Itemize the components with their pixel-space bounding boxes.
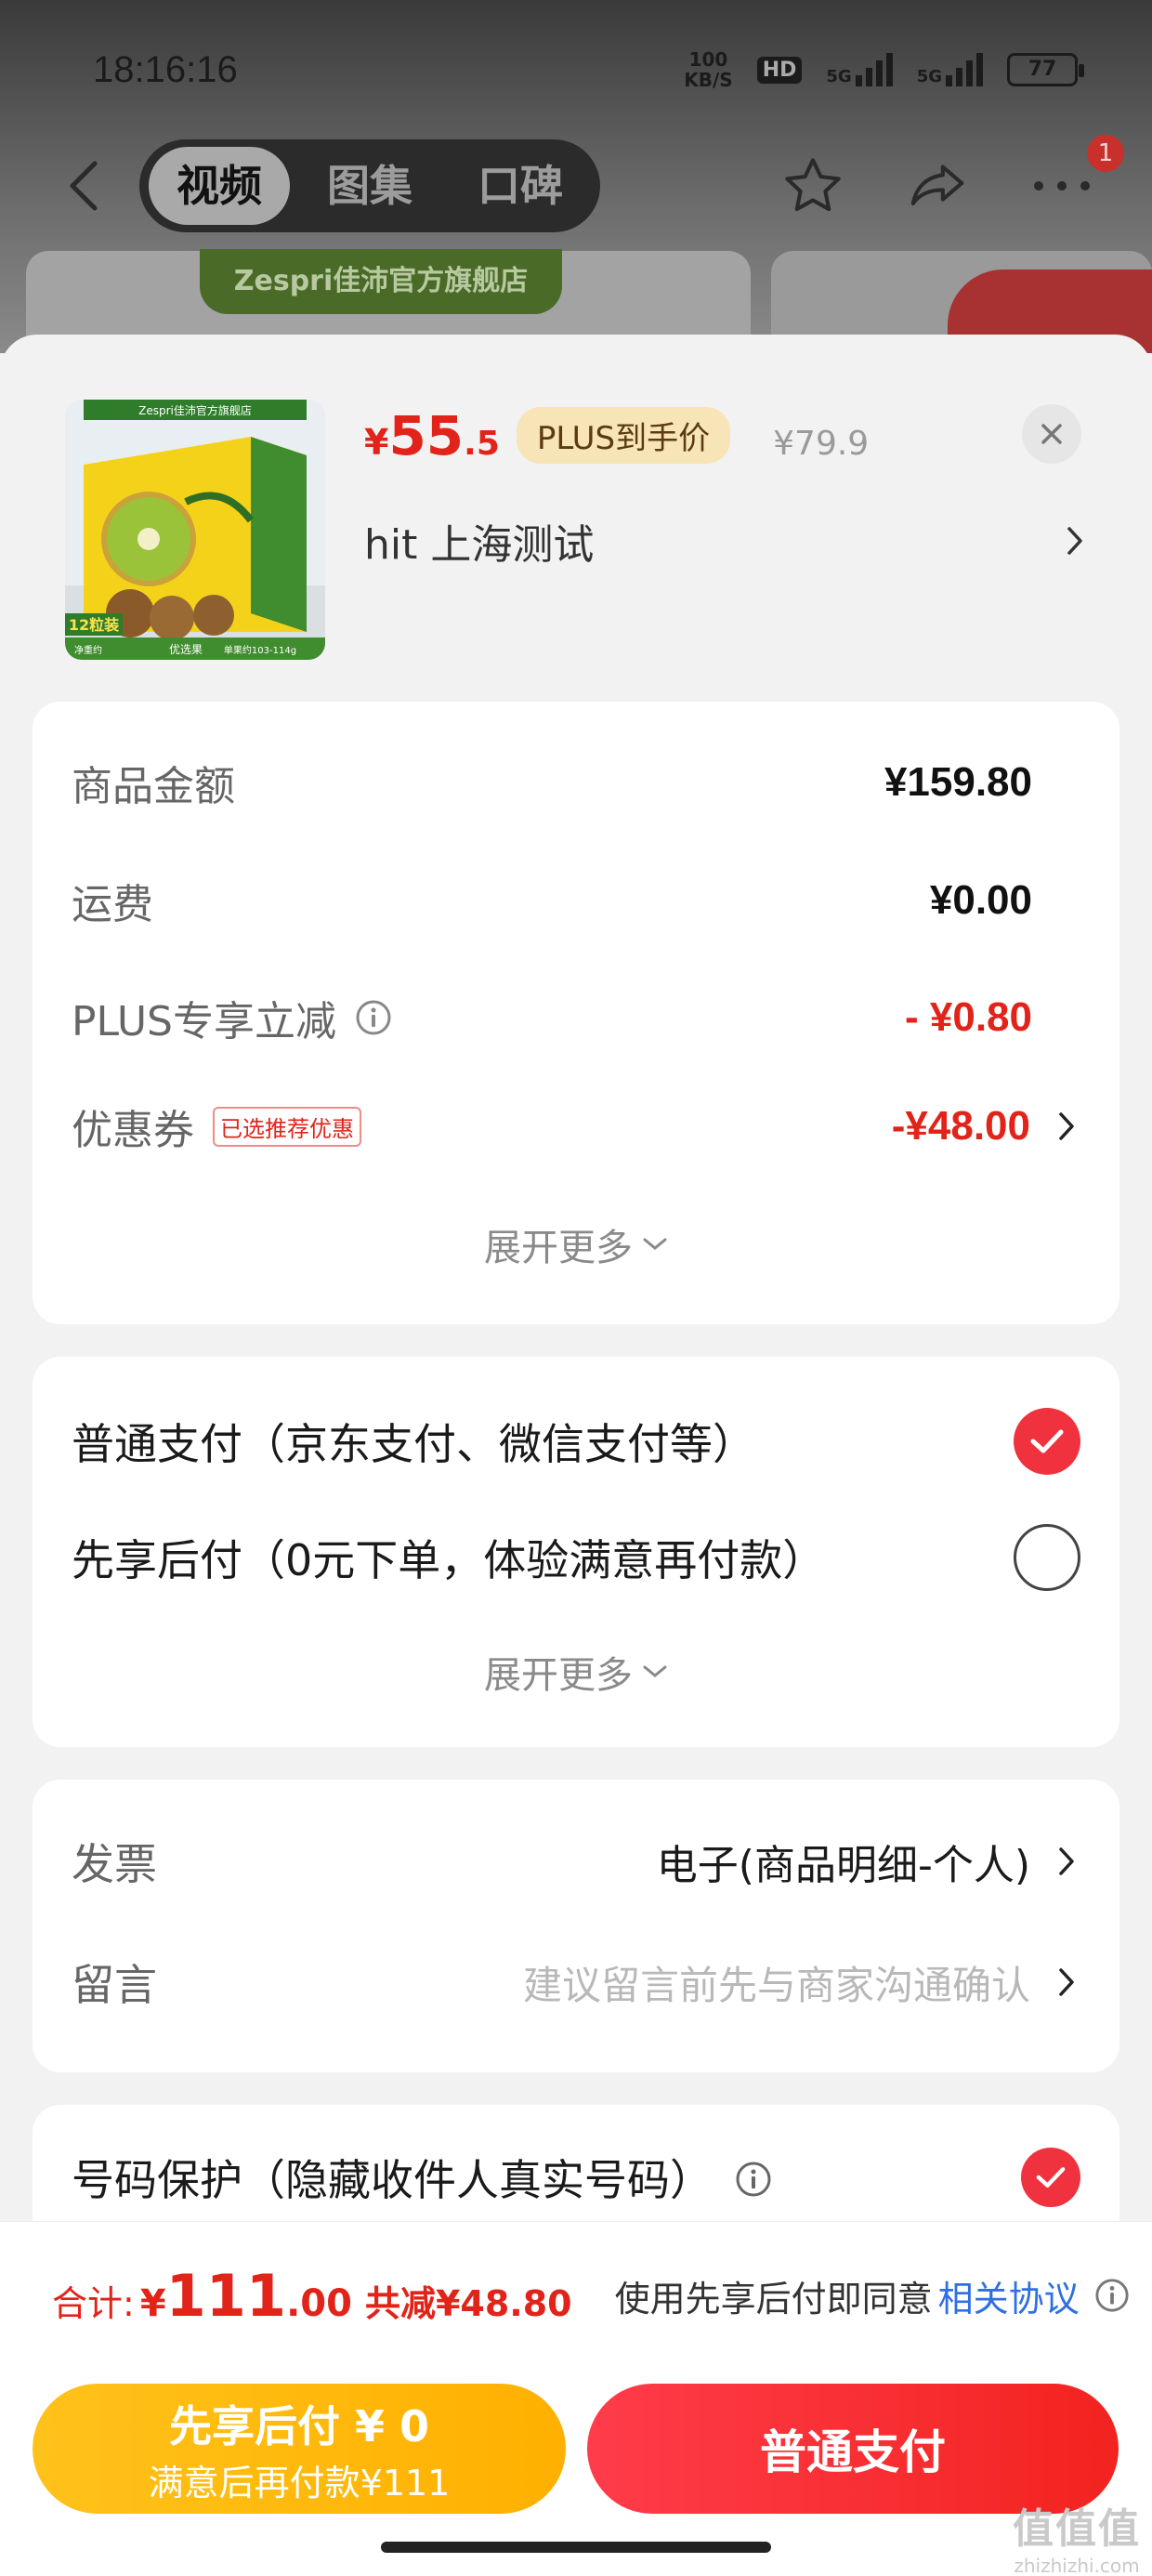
star-icon[interactable] — [779, 151, 847, 220]
original-price: ¥79.9 — [773, 425, 870, 463]
info-icon[interactable] — [1094, 2278, 1132, 2315]
payment-option-normal[interactable]: 普通支付（京东支付、微信支付等） — [72, 1408, 1080, 1475]
price-row: ¥55.5 PLUS到手价 ¥79.9 — [364, 404, 869, 469]
spec-selector[interactable]: hit 上海测试 — [364, 511, 1089, 571]
coupon-tag: 已选推荐优惠 — [213, 1106, 361, 1147]
spec-text: hit 上海测试 — [364, 521, 595, 569]
info-icon[interactable] — [355, 999, 392, 1036]
agreement-link[interactable]: 相关协议 — [938, 2270, 1080, 2321]
status-time: 18:16:16 — [93, 48, 238, 90]
chevron-right-icon — [1053, 1845, 1080, 1878]
nav-actions: 1 — [779, 135, 1124, 220]
tab-video[interactable]: 视频 — [149, 147, 290, 225]
chevron-right-icon — [1061, 524, 1089, 558]
message-placeholder: 建议留言前先与商家沟通确认 — [522, 1962, 1030, 2008]
number-protection-row[interactable]: 号码保护（隐藏收件人真实号码） — [72, 2147, 1080, 2208]
invoice-row[interactable]: 发票 电子(商品明细-个人) — [72, 1831, 1080, 1892]
status-bar: 18:16:16 100 KB/S HD 5G 5G 77 — [93, 37, 1084, 102]
payment-card: 普通支付（京东支付、微信支付等） 先享后付（0元下单，体验满意再付款） 展开更多 — [33, 1357, 1119, 1747]
info-icon[interactable] — [735, 2159, 772, 2197]
pay-later-button[interactable]: 先享后付 ¥ 0 满意后再付款¥111 — [33, 2384, 566, 2514]
summary-bar: 合计: ¥ 111 .00 共减¥48.80 使用先享后付即同意 相关协议 — [0, 2221, 1152, 2370]
background-page: 18:16:16 100 KB/S HD 5G 5G 77 视频 图集 口碑 1… — [0, 0, 1152, 353]
close-button[interactable] — [1022, 404, 1081, 464]
back-arrow-icon[interactable] — [56, 158, 111, 214]
expand-more-fees[interactable]: 展开更多 — [33, 1217, 1119, 1271]
checkbox-checked-icon[interactable] — [1021, 2148, 1080, 2207]
normal-pay-button[interactable]: 普通支付 — [587, 2384, 1119, 2514]
tab-reviews[interactable]: 口碑 — [450, 147, 591, 225]
radio-checked-icon[interactable] — [1014, 1408, 1080, 1475]
media-tabs: 视频 图集 口碑 — [139, 139, 600, 232]
home-indicator[interactable] — [381, 2542, 771, 2553]
notification-badge: 1 — [1087, 135, 1124, 172]
image-grade-text: 优选果 — [169, 643, 203, 656]
signal-icon: 5G — [826, 53, 893, 86]
product-header: Zespri佳沛官方旗舰店 12粒装 净重约 优选果 单果约103-114g ¥… — [0, 335, 1152, 697]
chevron-down-icon — [643, 1238, 667, 1250]
product-image: Zespri佳沛官方旗舰店 12粒装 净重约 优选果 单果约103-114g — [65, 400, 325, 660]
hd-voice-icon: HD — [756, 56, 803, 84]
agreement-text: 使用先享后付即同意 相关协议 — [615, 2270, 1132, 2321]
shipping-row: 运费 ¥0.00 — [72, 877, 1032, 928]
image-store-text: Zespri佳沛官方旗舰店 — [138, 403, 252, 417]
plus-price: ¥55.5 — [364, 404, 500, 467]
fee-card: 商品金额 ¥159.80 运费 ¥0.00 PLUS专享立减 - ¥0.80 优… — [33, 702, 1119, 1324]
watermark-logo: 值值值 zhizhizhi.com — [1013, 2505, 1141, 2576]
total-saved: 共减¥48.80 — [364, 2283, 572, 2324]
status-icons: 100 KB/S HD 5G 5G 77 — [684, 48, 1084, 91]
expand-more-payment[interactable]: 展开更多 — [33, 1645, 1119, 1699]
order-total: 合计: ¥ 111 .00 共减¥48.80 — [52, 2262, 572, 2330]
network-speed: 100 KB/S — [684, 48, 733, 91]
chevron-right-icon — [1053, 1110, 1080, 1143]
payment-option-pay-later[interactable]: 先享后付（0元下单，体验满意再付款） — [72, 1524, 1080, 1591]
chevron-down-icon — [643, 1665, 667, 1677]
coupon-row[interactable]: 优惠券 已选推荐优惠 -¥48.00 — [72, 1097, 1080, 1156]
signal-icon-2: 5G — [917, 53, 983, 86]
plus-price-tag: PLUS到手价 — [516, 407, 731, 464]
radio-unchecked-icon[interactable] — [1014, 1524, 1080, 1591]
image-size-text: 单果约103-114g — [224, 644, 296, 656]
plus-discount-row: PLUS专享立减 - ¥0.80 — [72, 994, 1032, 1045]
message-row[interactable]: 留言 建议留言前先与商家沟通确认 — [72, 1952, 1080, 2013]
goods-amount-row: 商品金额 ¥159.80 — [72, 759, 1032, 810]
store-banner: Zespri佳沛官方旗舰店 — [200, 249, 562, 314]
image-count-text: 12粒装 — [69, 616, 119, 634]
invoice-card: 发票 电子(商品明细-个人) 留言 建议留言前先与商家沟通确认 — [33, 1780, 1119, 2072]
chevron-right-icon — [1053, 1965, 1080, 1999]
close-icon — [1041, 424, 1062, 444]
button-bar: 先享后付 ¥ 0 满意后再付款¥111 普通支付 值值值 zhizhizhi.c… — [0, 2370, 1152, 2576]
top-nav: 视频 图集 口碑 1 — [56, 135, 1124, 232]
tab-gallery[interactable]: 图集 — [299, 147, 440, 225]
more-icon[interactable]: 1 — [1028, 135, 1124, 220]
share-icon[interactable] — [903, 151, 972, 220]
battery-icon: 77 — [1007, 53, 1084, 86]
image-weight-text: 净重约 — [74, 644, 102, 656]
